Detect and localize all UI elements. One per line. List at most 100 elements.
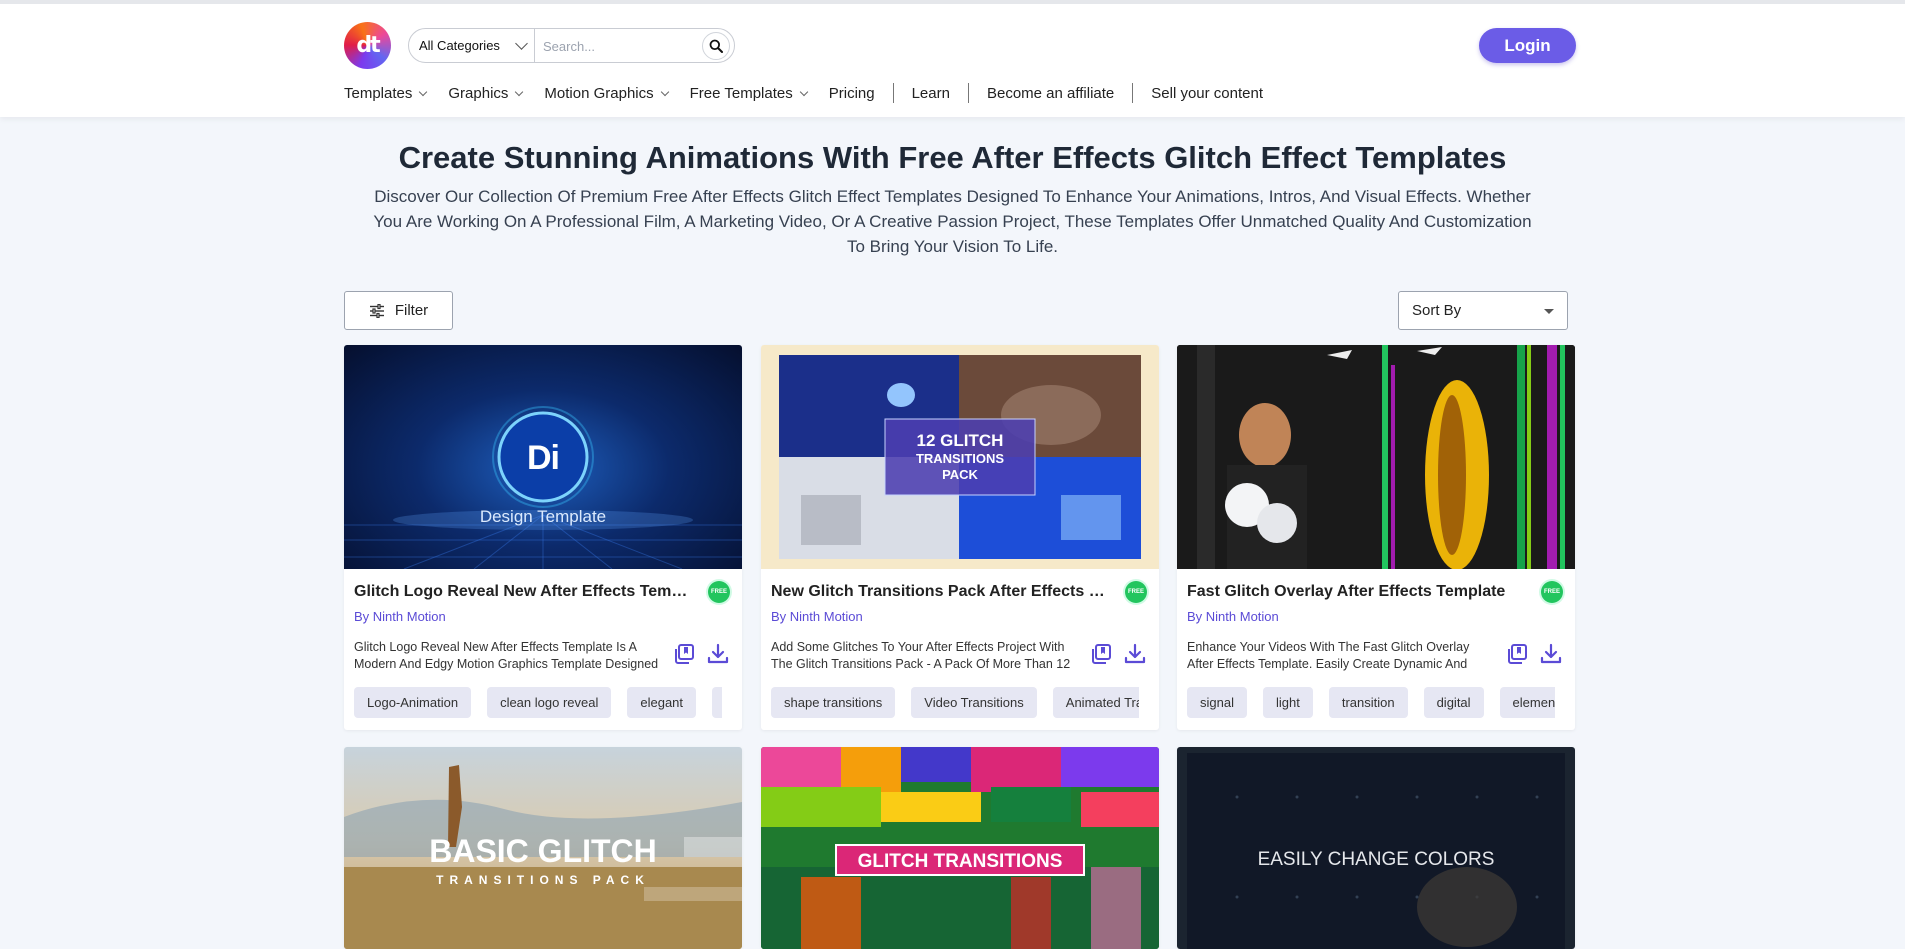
page-description: Discover Our Collection Of Premium Free … bbox=[373, 187, 1532, 256]
card-title[interactable]: Glitch Logo Reveal New After Effects Tem… bbox=[354, 583, 694, 601]
site-logo[interactable]: dt bbox=[344, 22, 391, 69]
search-button[interactable] bbox=[702, 32, 730, 60]
thumbnail-art bbox=[1177, 345, 1575, 569]
tag-chip[interactable]: elements bbox=[1499, 687, 1555, 718]
tag-chip[interactable]: Logo-Animation bbox=[354, 687, 472, 718]
nav-sell[interactable]: Sell your content bbox=[1151, 85, 1263, 102]
chevron-down-icon bbox=[660, 87, 669, 96]
template-card[interactable]: EASILY CHANGE COLORS bbox=[1177, 747, 1575, 949]
add-to-collection-button[interactable] bbox=[1506, 643, 1530, 667]
card-thumbnail[interactable]: Di Design Template bbox=[344, 345, 742, 569]
card-thumbnail[interactable]: 12 GLITCH TRANSITIONS PACK bbox=[761, 345, 1159, 569]
tag-chip[interactable]: glitch bbox=[712, 687, 722, 718]
download-icon bbox=[1540, 643, 1562, 664]
download-icon bbox=[707, 643, 729, 664]
tag-chip[interactable]: light bbox=[1262, 687, 1313, 718]
card-title[interactable]: New Glitch Transitions Pack After Effect… bbox=[771, 583, 1111, 601]
tag-chip[interactable]: signal bbox=[1187, 687, 1247, 718]
card-tags: signal light transition digital elements bbox=[1187, 687, 1555, 719]
tag-chip[interactable]: Animated Transitions bbox=[1052, 687, 1139, 718]
download-button[interactable] bbox=[707, 643, 731, 667]
collection-icon bbox=[1092, 644, 1111, 664]
add-to-collection-button[interactable] bbox=[1090, 643, 1114, 667]
template-card[interactable]: 12 GLITCH TRANSITIONS PACK New Glitch Tr… bbox=[761, 345, 1159, 730]
tag-chip[interactable]: shape transitions bbox=[771, 687, 896, 718]
sort-label: Sort By bbox=[1412, 302, 1462, 319]
chevron-down-icon bbox=[799, 87, 808, 96]
search-input[interactable] bbox=[543, 35, 693, 57]
card-thumbnail[interactable]: BASIC GLITCH TRANSITIONS PACK bbox=[344, 747, 742, 949]
nav-motion-graphics[interactable]: Motion Graphics bbox=[544, 84, 669, 102]
nav-graphics[interactable]: Graphics bbox=[448, 84, 524, 102]
category-select-label: All Categories bbox=[419, 38, 500, 53]
main-nav: Templates Graphics Motion Graphics Free … bbox=[344, 82, 1285, 104]
sort-select[interactable]: Sort By bbox=[1398, 291, 1568, 330]
free-badge: FREE bbox=[1541, 581, 1563, 603]
card-thumbnail[interactable] bbox=[1177, 345, 1575, 569]
thumbnail-line-2: TRANSITIONS bbox=[915, 451, 1005, 466]
thumbnail-logo-text: Di bbox=[527, 439, 560, 477]
nav-divider bbox=[1132, 83, 1134, 103]
nav-graphics-label: Graphics bbox=[448, 84, 509, 102]
card-description: Enhance Your Videos With The Fast Glitch… bbox=[1187, 640, 1470, 671]
tag-chip[interactable]: Video Transitions bbox=[911, 687, 1037, 718]
page-title: Create Stunning Animations With Free Aft… bbox=[398, 140, 1507, 175]
free-badge: FREE bbox=[708, 581, 730, 603]
filter-label: Filter bbox=[394, 302, 429, 319]
nav-learn[interactable]: Learn bbox=[912, 85, 950, 102]
site-header: dt All Categories Login Templates Graphi… bbox=[0, 0, 1905, 117]
thumbnail-line-1: EASILY CHANGE COLORS bbox=[1257, 849, 1495, 870]
card-tags: Logo-Animation clean logo reveal elegant… bbox=[354, 687, 722, 719]
add-to-collection-button[interactable] bbox=[673, 643, 697, 667]
chevron-down-icon bbox=[515, 87, 524, 96]
card-author[interactable]: By Ninth Motion bbox=[1187, 609, 1279, 624]
nav-divider bbox=[967, 83, 969, 103]
tag-chip[interactable]: digital bbox=[1423, 687, 1484, 718]
thumbnail-art bbox=[761, 747, 1159, 949]
nav-divider bbox=[892, 83, 894, 103]
card-tags: shape transitions Video Transitions Anim… bbox=[771, 687, 1139, 719]
card-author[interactable]: By Ninth Motion bbox=[354, 609, 446, 624]
thumbnail-line-1: 12 GLITCH bbox=[916, 431, 1004, 450]
nav-templates-label: Templates bbox=[344, 84, 413, 102]
download-button[interactable] bbox=[1540, 643, 1564, 667]
nav-motion-graphics-label: Motion Graphics bbox=[544, 84, 654, 102]
collection-icon bbox=[1508, 644, 1527, 664]
collection-icon bbox=[675, 644, 694, 664]
card-thumbnail[interactable]: EASILY CHANGE COLORS bbox=[1177, 747, 1575, 949]
chevron-down-icon bbox=[419, 87, 428, 96]
card-title[interactable]: Fast Glitch Overlay After Effects Templa… bbox=[1187, 583, 1527, 601]
chevron-down-icon bbox=[515, 37, 528, 50]
filter-button[interactable]: Filter bbox=[344, 291, 453, 330]
thumbnail-caption: Design Template bbox=[479, 507, 607, 526]
caret-down-icon bbox=[1544, 309, 1554, 314]
nav-pricing[interactable]: Pricing bbox=[829, 85, 875, 102]
thumbnail-line-3: PACK bbox=[942, 467, 978, 482]
card-description: Add Some Glitches To Your After Effects … bbox=[771, 640, 1071, 671]
download-button[interactable] bbox=[1124, 643, 1148, 667]
thumbnail-line-2: TRANSITIONS PACK bbox=[436, 873, 650, 887]
tag-chip[interactable]: transition bbox=[1328, 687, 1408, 718]
nav-templates[interactable]: Templates bbox=[344, 84, 428, 102]
card-description: Glitch Logo Reveal New After Effects Tem… bbox=[354, 640, 659, 671]
search-bar: All Categories bbox=[408, 28, 735, 63]
thumbnail-line-1: GLITCH TRANSITIONS bbox=[857, 851, 1063, 872]
template-card[interactable]: GLITCH TRANSITIONS bbox=[761, 747, 1159, 949]
login-button[interactable]: Login bbox=[1479, 28, 1576, 63]
category-select[interactable]: All Categories bbox=[409, 29, 535, 62]
card-thumbnail[interactable]: GLITCH TRANSITIONS bbox=[761, 747, 1159, 949]
sliders-icon bbox=[369, 303, 384, 318]
logo-text: dt bbox=[356, 33, 380, 58]
template-card[interactable]: BASIC GLITCH TRANSITIONS PACK bbox=[344, 747, 742, 949]
free-badge: FREE bbox=[1125, 581, 1147, 603]
tag-chip[interactable]: clean logo reveal bbox=[487, 687, 612, 718]
card-author[interactable]: By Ninth Motion bbox=[771, 609, 863, 624]
nav-affiliate[interactable]: Become an affiliate bbox=[987, 85, 1114, 102]
tag-chip[interactable]: elegant bbox=[627, 687, 697, 718]
thumbnail-art bbox=[1187, 753, 1565, 949]
nav-free-templates-label: Free Templates bbox=[689, 84, 793, 102]
nav-free-templates[interactable]: Free Templates bbox=[689, 84, 808, 102]
search-icon bbox=[709, 39, 723, 53]
template-card[interactable]: Di Design Template Glitch Logo Reveal Ne… bbox=[344, 345, 742, 730]
template-card[interactable]: Fast Glitch Overlay After Effects Templa… bbox=[1177, 345, 1575, 730]
